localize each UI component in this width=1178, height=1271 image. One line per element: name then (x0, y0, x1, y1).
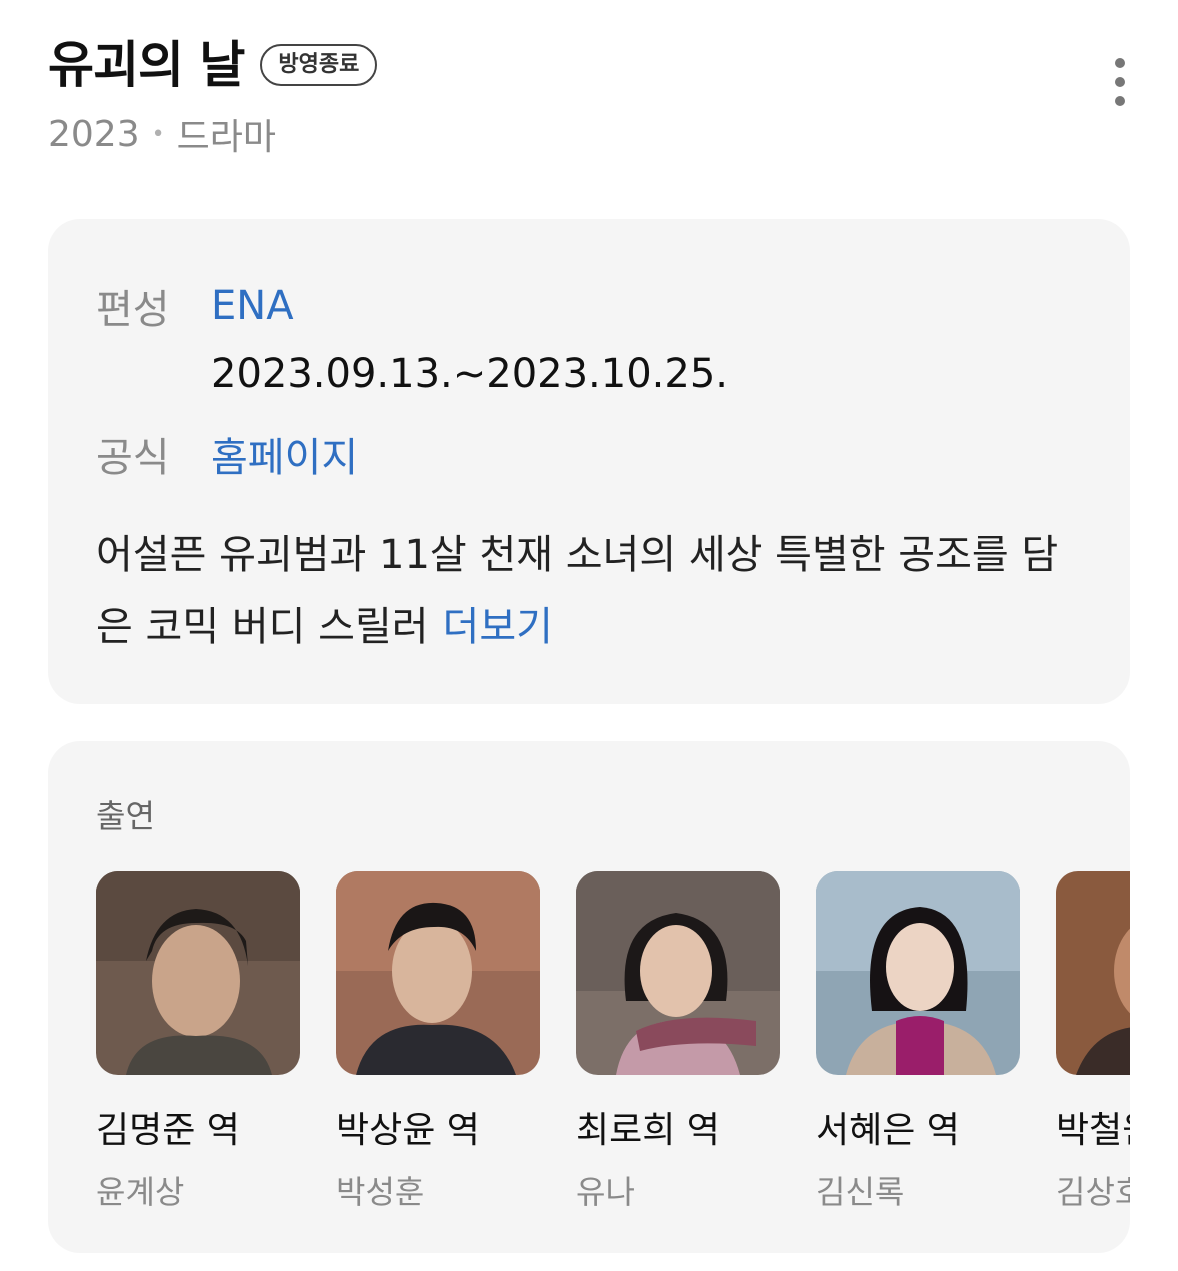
homepage-link[interactable]: 홈페이지 (211, 425, 358, 483)
cast-role: 김명준 역 (96, 1110, 240, 1151)
cast-actor: 박성훈 (336, 1173, 425, 1211)
official-label: 공식 (96, 435, 170, 481)
info-card: 편성 ENA 2023.09.13.~2023.10.25. 공식 홈페이지 어… (48, 219, 1130, 704)
cast-role: 서혜은 역 (816, 1110, 960, 1151)
cast-actor: 김신록 (816, 1173, 905, 1211)
dot-icon (1115, 58, 1125, 68)
more-options-icon[interactable] (1110, 58, 1130, 106)
subtitle-meta: 2023 • 드라마 (48, 108, 1130, 160)
cast-list[interactable]: 김명준 역 윤계상 박상윤 역 박성훈 최로희 역 유나 서혜은 역 김신록 박… (96, 871, 1130, 1213)
cast-item[interactable]: 박철원 역 김상호 (1056, 871, 1130, 1213)
period-row: 2023.09.13.~2023.10.25. (96, 351, 728, 397)
cast-title: 출연 (96, 797, 155, 835)
cast-photo (96, 871, 300, 1075)
cast-role: 박철원 역 (1056, 1110, 1130, 1151)
title-row: 유괴의 날 방영종료 (48, 40, 1130, 90)
cast-item[interactable]: 서혜은 역 김신록 (816, 871, 1020, 1213)
period-text: 2023.09.13.~2023.10.25. (211, 351, 728, 397)
cast-card: 출연 김명준 역 윤계상 박상윤 역 박성훈 최로희 역 유나 서혜은 역 김신… (48, 741, 1130, 1253)
cast-photo (1056, 871, 1130, 1075)
official-row: 공식 홈페이지 (96, 425, 358, 483)
cast-item[interactable]: 최로희 역 유나 (576, 871, 780, 1213)
year-text: 2023 (48, 113, 140, 155)
page-title: 유괴의 날 (48, 36, 245, 94)
cast-role: 박상윤 역 (336, 1110, 480, 1151)
description-text: 어설픈 유괴범과 11살 천재 소녀의 세상 특별한 공조를 담은 코믹 버디 … (96, 532, 1059, 650)
cast-photo (576, 871, 780, 1075)
dot-icon (1115, 77, 1125, 87)
more-link[interactable]: 더보기 (443, 604, 553, 650)
header: 유괴의 날 방영종료 2023 • 드라마 (48, 40, 1130, 180)
separator-dot: • (151, 121, 165, 147)
cast-role: 최로희 역 (576, 1110, 720, 1151)
genre-text: 드라마 (176, 117, 276, 158)
cast-actor: 김상호 (1056, 1173, 1130, 1211)
cast-photo (336, 871, 540, 1075)
cast-item[interactable]: 김명준 역 윤계상 (96, 871, 300, 1213)
dot-icon (1115, 96, 1125, 106)
cast-photo (816, 871, 1020, 1075)
cast-item[interactable]: 박상윤 역 박성훈 (336, 871, 540, 1213)
cast-actor: 윤계상 (96, 1173, 185, 1211)
broadcast-label: 편성 (96, 287, 170, 333)
description: 어설픈 유괴범과 11살 천재 소녀의 세상 특별한 공조를 담은 코믹 버디 … (96, 519, 1080, 663)
broadcast-row: 편성 ENA (96, 277, 294, 335)
broadcast-link[interactable]: ENA (211, 283, 294, 329)
cast-actor: 유나 (576, 1173, 635, 1211)
status-badge: 방영종료 (260, 43, 378, 87)
